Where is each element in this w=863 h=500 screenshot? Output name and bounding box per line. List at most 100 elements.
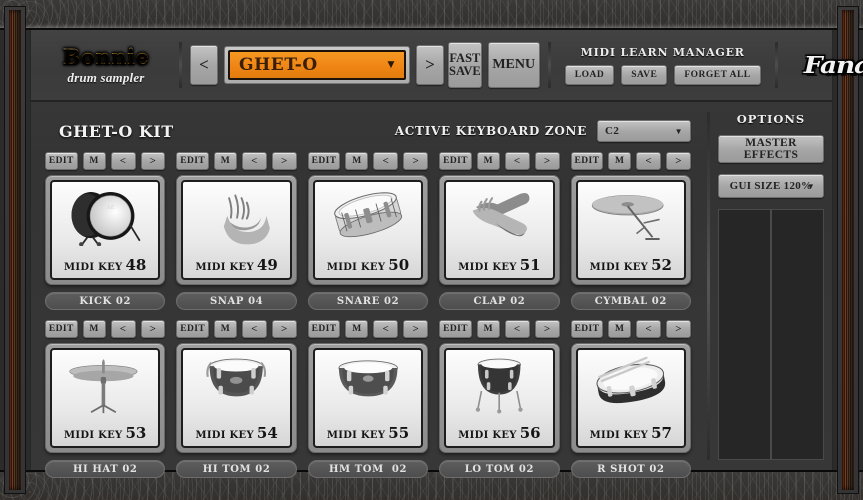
midi-forget-all-button[interactable]: FORGET ALL — [674, 64, 761, 85]
plugin-window: Bonnie drum sampler < GHET-O ▼ > FAST SA… — [0, 0, 863, 500]
pad-sample-name[interactable]: SNARE 02 — [307, 292, 429, 310]
pad-prev-button[interactable]: < — [110, 320, 136, 338]
pads-area: GHET-O KIT ACTIVE KEYBOARD ZONE C2 ▼ EDI… — [31, 102, 705, 478]
kick-icon: AE — [52, 184, 158, 254]
preset-dropdown[interactable]: GHET-O ▼ — [228, 50, 406, 80]
pad-edit-button[interactable]: EDIT — [570, 152, 604, 170]
pad-sample-name[interactable]: R SHOT 02 — [570, 460, 692, 478]
snap-icon — [183, 184, 289, 254]
pad-button[interactable]: MIDI KEY 57 — [570, 343, 692, 453]
pad-button[interactable]: AE MIDI KEY 48 — [45, 175, 166, 285]
pad-next-button[interactable]: > — [403, 320, 429, 338]
pad-sample-name[interactable]: KICK 02 — [45, 292, 166, 310]
kit-title: GHET-O KIT — [59, 121, 174, 141]
pad-row: EDIT M < > AE MIDI KEY 48 KICK 02 EDIT M … — [45, 152, 692, 310]
pad-sample-name[interactable]: HI TOM 02 — [176, 460, 297, 478]
pad-midi-key: MIDI KEY 52 — [589, 256, 672, 274]
pad-next-button[interactable]: > — [140, 152, 166, 170]
divider — [547, 42, 551, 88]
pad-slot: EDIT M < > MIDI KEY 55 HM TOM 02 — [307, 320, 429, 478]
pad-face: MIDI KEY 49 — [181, 180, 292, 280]
pad-edit-button[interactable]: EDIT — [45, 320, 78, 338]
pad-edit-button[interactable]: EDIT — [307, 152, 341, 170]
pad-prev-button[interactable]: < — [636, 320, 662, 338]
header-bar: Bonnie drum sampler < GHET-O ▼ > FAST SA… — [31, 30, 863, 102]
pad-mute-button[interactable]: M — [608, 152, 632, 170]
pad-mute-button[interactable]: M — [82, 152, 106, 170]
preset-next-button[interactable]: > — [416, 45, 444, 85]
pad-mute-button[interactable]: M — [213, 320, 237, 338]
pad-next-button[interactable]: > — [534, 152, 560, 170]
pad-button[interactable]: MIDI KEY 53 — [45, 343, 166, 453]
pad-edit-button[interactable]: EDIT — [439, 152, 472, 170]
pad-face: MIDI KEY 54 — [181, 348, 292, 448]
pad-edit-button[interactable]: EDIT — [176, 152, 209, 170]
pad-prev-button[interactable]: < — [504, 320, 530, 338]
pad-edit-button[interactable]: EDIT — [570, 320, 604, 338]
pad-sample-name[interactable]: LO TOM 02 — [439, 460, 560, 478]
pad-prev-button[interactable]: < — [241, 152, 267, 170]
pad-sample-name[interactable]: SNAP 04 — [176, 292, 297, 310]
preset-prev-button[interactable]: < — [190, 45, 218, 85]
menu-button[interactable]: MENU — [487, 42, 540, 88]
master-effects-button[interactable]: MASTER EFFECTS — [718, 135, 824, 163]
pad-prev-button[interactable]: < — [636, 152, 662, 170]
midi-save-button[interactable]: SAVE — [621, 64, 668, 85]
pad-slot: EDIT M < > MIDI KEY 57 R SHOT 02 — [570, 320, 692, 478]
pad-prev-button[interactable]: < — [110, 152, 136, 170]
pad-button[interactable]: MIDI KEY 52 — [570, 175, 692, 285]
pad-edit-button[interactable]: EDIT — [176, 320, 209, 338]
pad-button[interactable]: MIDI KEY 55 — [307, 343, 429, 453]
pad-button[interactable]: MIDI KEY 54 — [176, 343, 297, 453]
pad-midi-key: MIDI KEY 48 — [64, 256, 147, 274]
pad-face: MIDI KEY 50 — [312, 180, 424, 280]
pad-mute-button[interactable]: M — [82, 320, 106, 338]
pad-mute-button[interactable]: M — [345, 320, 369, 338]
pad-mute-button[interactable]: M — [476, 320, 500, 338]
hihat-icon — [52, 352, 158, 422]
pad-next-button[interactable]: > — [534, 320, 560, 338]
pad-button[interactable]: MIDI KEY 51 — [439, 175, 560, 285]
pad-control-row: EDIT M < > — [176, 152, 297, 170]
pad-sample-name[interactable]: CLAP 02 — [439, 292, 560, 310]
pad-button[interactable]: MIDI KEY 50 — [307, 175, 429, 285]
pad-midi-key: MIDI KEY 54 — [195, 424, 278, 442]
left-wood-trim — [4, 6, 26, 494]
pad-edit-button[interactable]: EDIT — [439, 320, 472, 338]
pad-prev-button[interactable]: < — [373, 152, 399, 170]
gui-size-value: GUI SIZE 120% — [729, 180, 813, 192]
pad-next-button[interactable]: > — [271, 152, 297, 170]
pad-next-button[interactable]: > — [403, 152, 429, 170]
gui-size-dropdown[interactable]: GUI SIZE 120% ▼ — [718, 174, 824, 198]
pad-next-button[interactable]: > — [140, 320, 166, 338]
pad-prev-button[interactable]: < — [373, 320, 399, 338]
pad-face: MIDI KEY 57 — [575, 348, 687, 448]
pad-next-button[interactable]: > — [271, 320, 297, 338]
fast-save-label-2: SAVE — [449, 64, 481, 78]
pad-next-button[interactable]: > — [666, 320, 692, 338]
pad-face: MIDI KEY 52 — [575, 180, 687, 280]
pad-button[interactable]: MIDI KEY 49 — [176, 175, 297, 285]
hmtom-icon — [315, 352, 421, 422]
fast-save-button[interactable]: FAST SAVE — [448, 42, 482, 88]
pad-mute-button[interactable]: M — [345, 152, 369, 170]
pad-control-row: EDIT M < > — [307, 320, 429, 338]
pad-button[interactable]: MIDI KEY 56 — [439, 343, 560, 453]
pad-edit-button[interactable]: EDIT — [45, 152, 78, 170]
pad-sample-name[interactable]: HI HAT 02 — [45, 460, 166, 478]
pad-prev-button[interactable]: < — [504, 152, 530, 170]
pad-next-button[interactable]: > — [666, 152, 692, 170]
pad-slot: EDIT M < > MIDI KEY 49 SNAP 04 — [176, 152, 297, 310]
pad-control-row: EDIT M < > — [570, 152, 692, 170]
pad-sample-name[interactable]: CYMBAL 02 — [570, 292, 692, 310]
clap-icon — [446, 184, 552, 254]
pad-mute-button[interactable]: M — [213, 152, 237, 170]
pad-prev-button[interactable]: < — [241, 320, 267, 338]
pad-sample-name[interactable]: HM TOM 02 — [307, 460, 429, 478]
pad-mute-button[interactable]: M — [476, 152, 500, 170]
pad-midi-key: MIDI KEY 53 — [64, 424, 147, 442]
pad-mute-button[interactable]: M — [608, 320, 632, 338]
pad-edit-button[interactable]: EDIT — [307, 320, 341, 338]
keyboard-zone-dropdown[interactable]: C2 ▼ — [597, 120, 691, 142]
midi-load-button[interactable]: LOAD — [564, 64, 615, 85]
